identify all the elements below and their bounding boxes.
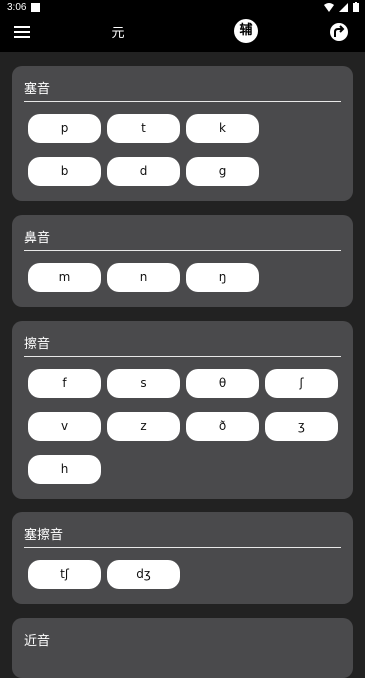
sound-chip[interactable]: ŋ xyxy=(186,263,259,292)
swap-icon[interactable] xyxy=(330,23,348,41)
sound-chip[interactable]: k xyxy=(186,114,259,143)
sound-chip[interactable]: b xyxy=(28,157,101,186)
sound-chip[interactable]: h xyxy=(28,455,101,484)
card-nasals: 鼻音 m n ŋ xyxy=(12,215,353,307)
sound-chip[interactable]: s xyxy=(107,369,180,398)
card-title: 近音 xyxy=(24,634,51,649)
sound-chip[interactable]: n xyxy=(107,263,180,292)
card-title: 擦音 xyxy=(24,337,51,352)
content: 塞音 p t k b d g 鼻音 m n ŋ 擦音 f s θ ʃ v z ð… xyxy=(0,52,365,678)
app-bar: 元 辅 xyxy=(0,16,365,52)
sound-chip[interactable]: ʒ xyxy=(265,412,338,441)
sound-chip[interactable]: m xyxy=(28,263,101,292)
divider xyxy=(24,101,341,102)
card-title: 鼻音 xyxy=(24,231,51,246)
sound-chip[interactable]: ʃ xyxy=(265,369,338,398)
sound-chip[interactable]: θ xyxy=(186,369,259,398)
card-title: 塞擦音 xyxy=(24,528,64,543)
tab-vowel[interactable]: 元 xyxy=(106,22,130,46)
status-indicators xyxy=(324,2,359,12)
tab-consonant[interactable]: 辅 xyxy=(234,19,258,43)
notification-icon xyxy=(31,3,40,12)
divider xyxy=(24,250,341,251)
sound-chip[interactable]: z xyxy=(107,412,180,441)
sound-chip[interactable]: t xyxy=(107,114,180,143)
card-fricatives: 擦音 f s θ ʃ v z ð ʒ h xyxy=(12,321,353,499)
sound-chip[interactable]: tʃ xyxy=(28,560,101,589)
menu-icon[interactable] xyxy=(14,26,30,40)
card-approximants: 近音 xyxy=(12,618,353,678)
status-bar: 3:06 xyxy=(0,0,365,16)
divider xyxy=(24,356,341,357)
card-title: 塞音 xyxy=(24,82,51,97)
card-affricates: 塞擦音 tʃ dʒ xyxy=(12,512,353,604)
wifi-icon xyxy=(324,2,334,12)
divider xyxy=(24,547,341,548)
sound-chip[interactable]: p xyxy=(28,114,101,143)
battery-icon xyxy=(353,2,359,12)
sound-chip[interactable]: dʒ xyxy=(107,560,180,589)
sound-chip[interactable]: ð xyxy=(186,412,259,441)
signal-icon xyxy=(339,2,348,12)
sound-chip[interactable]: v xyxy=(28,412,101,441)
card-plosives: 塞音 p t k b d g xyxy=(12,66,353,201)
status-time: 3:06 xyxy=(7,2,27,13)
sound-chip[interactable]: g xyxy=(186,157,259,186)
sound-chip[interactable]: f xyxy=(28,369,101,398)
sound-chip[interactable]: d xyxy=(107,157,180,186)
